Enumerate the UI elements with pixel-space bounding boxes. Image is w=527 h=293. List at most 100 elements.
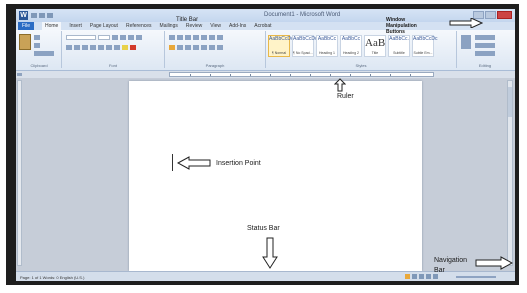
strikethrough-icon[interactable] — [90, 45, 96, 50]
font-name-dropdown[interactable] — [66, 35, 96, 40]
find-icon[interactable] — [475, 35, 495, 40]
tab-add-ins[interactable]: Add-Ins — [229, 22, 246, 30]
font-color-icon[interactable] — [130, 45, 136, 50]
text-effects-icon[interactable] — [114, 45, 120, 50]
tab-review[interactable]: Review — [186, 22, 202, 30]
annotation-ruler: Ruler — [337, 93, 354, 100]
clear-formatting-icon[interactable] — [136, 35, 142, 40]
tab-insert[interactable]: Insert — [69, 22, 82, 30]
justify-icon[interactable] — [193, 45, 199, 50]
align-right-icon[interactable] — [185, 45, 191, 50]
status-text[interactable]: Page: 1 of 1 Words: 0 English (U.S.) — [20, 275, 84, 280]
styles-group: AaBbCcDc ¶ Normal AaBbCcDc ¶ No Spaci...… — [266, 31, 457, 68]
tab-home[interactable]: Home — [42, 22, 62, 30]
outline-icon[interactable] — [426, 274, 431, 279]
italic-icon[interactable] — [74, 45, 80, 50]
borders-icon[interactable] — [217, 45, 223, 50]
cut-icon[interactable] — [34, 35, 40, 40]
style-sample: AaB — [365, 37, 386, 49]
zoom-slider[interactable] — [456, 276, 496, 278]
grow-font-icon[interactable] — [112, 35, 118, 40]
format-painter-icon[interactable] — [34, 51, 54, 56]
line-spacing-icon[interactable] — [201, 45, 207, 50]
quick-access-toolbar — [31, 13, 61, 18]
style-no-spacing[interactable]: AaBbCcDc ¶ No Spaci... — [292, 35, 318, 57]
vertical-ruler[interactable] — [17, 80, 22, 266]
vertical-scrollbar[interactable] — [507, 80, 513, 266]
shading-icon[interactable] — [209, 45, 215, 50]
style-normal[interactable]: AaBbCcDc ¶ Normal — [268, 35, 293, 57]
numbering-icon[interactable] — [177, 35, 183, 40]
editing-group: Editing — [457, 31, 513, 68]
subscript-icon[interactable] — [98, 45, 104, 50]
font-size-dropdown[interactable] — [98, 35, 110, 40]
arrow-down-icon — [262, 237, 278, 269]
undo-icon[interactable] — [39, 13, 45, 18]
style-heading-1[interactable]: AaBbCc Heading 1 — [316, 35, 338, 57]
style-heading-2[interactable]: AaBbCc Heading 2 — [340, 35, 362, 57]
tab-mailings[interactable]: Mailings — [160, 22, 178, 30]
editing-row-4 — [475, 51, 495, 56]
multilevel-list-icon[interactable] — [185, 35, 191, 40]
paragraph-row-2 — [169, 45, 223, 50]
superscript-icon[interactable] — [106, 45, 112, 50]
annotation-insertion-point: Insertion Point — [216, 160, 261, 167]
scroll-thumb[interactable] — [508, 87, 512, 117]
bullets-icon[interactable] — [169, 35, 175, 40]
select-icon[interactable] — [475, 51, 495, 56]
underline-icon[interactable] — [82, 45, 88, 50]
style-title[interactable]: AaB Title — [364, 35, 386, 57]
style-sample: AaBbCc — [317, 36, 337, 42]
replace-icon[interactable] — [475, 43, 495, 48]
center-icon[interactable] — [177, 45, 183, 50]
arrow-right-icon — [475, 256, 513, 270]
tab-file[interactable]: File — [18, 22, 34, 30]
full-screen-reading-icon[interactable] — [412, 274, 417, 279]
group-label-font: Font — [108, 63, 117, 68]
close-button[interactable] — [497, 11, 512, 19]
screenshot-frame: W Document1 - Microsoft Word File Home I… — [6, 4, 519, 285]
align-left-icon[interactable] — [169, 45, 175, 50]
arrow-up-icon — [334, 78, 346, 92]
paste-icon[interactable] — [19, 34, 31, 50]
annotation-status-bar: Status Bar — [247, 225, 280, 232]
style-subtle-emphasis[interactable]: AaBbCcDc Subtle Em... — [412, 35, 438, 57]
tab-references[interactable]: References — [126, 22, 152, 30]
shrink-font-icon[interactable] — [120, 35, 126, 40]
word-window: W Document1 - Microsoft Word File Home I… — [16, 9, 515, 281]
style-name: Heading 2 — [343, 51, 359, 55]
annotation-navigation-bar-2: Bar — [434, 267, 445, 274]
tab-acrobat[interactable]: Acrobat — [254, 22, 271, 30]
draft-icon[interactable] — [433, 274, 438, 279]
change-styles-icon[interactable] — [461, 35, 471, 49]
change-case-icon[interactable] — [128, 35, 134, 40]
highlight-icon[interactable] — [122, 45, 128, 50]
tab-view[interactable]: View — [210, 22, 221, 30]
redo-icon[interactable] — [47, 13, 53, 18]
arrow-left-icon — [177, 156, 211, 170]
style-sample: AaBbCc. — [389, 36, 409, 42]
style-sample: AaBbCcDc — [293, 36, 318, 42]
style-name: Subtitle — [393, 51, 405, 55]
bold-icon[interactable] — [66, 45, 72, 50]
print-layout-icon[interactable] — [405, 274, 410, 279]
word-app-icon[interactable]: W — [19, 11, 28, 20]
web-layout-icon[interactable] — [419, 274, 424, 279]
tab-page-layout[interactable]: Page Layout — [90, 22, 118, 30]
decrease-indent-icon[interactable] — [193, 35, 199, 40]
style-subtitle[interactable]: AaBbCc. Subtitle — [388, 35, 410, 57]
tab-selector[interactable] — [17, 73, 22, 76]
clipboard-group: Clipboard — [17, 31, 62, 68]
maximize-button[interactable] — [485, 11, 496, 19]
sort-icon[interactable] — [209, 35, 215, 40]
font-group: Font — [62, 31, 165, 68]
show-marks-icon[interactable] — [217, 35, 223, 40]
save-icon[interactable] — [31, 13, 37, 18]
horizontal-ruler[interactable] — [169, 72, 434, 77]
increase-indent-icon[interactable] — [201, 35, 207, 40]
group-label-paragraph: Paragraph — [205, 63, 225, 68]
annotation-window-manipulation-buttons: Window Manipulation Buttons — [386, 17, 417, 35]
style-sample: AaBbCcDc — [413, 36, 438, 42]
copy-icon[interactable] — [34, 43, 40, 48]
style-name: Title — [371, 51, 379, 55]
